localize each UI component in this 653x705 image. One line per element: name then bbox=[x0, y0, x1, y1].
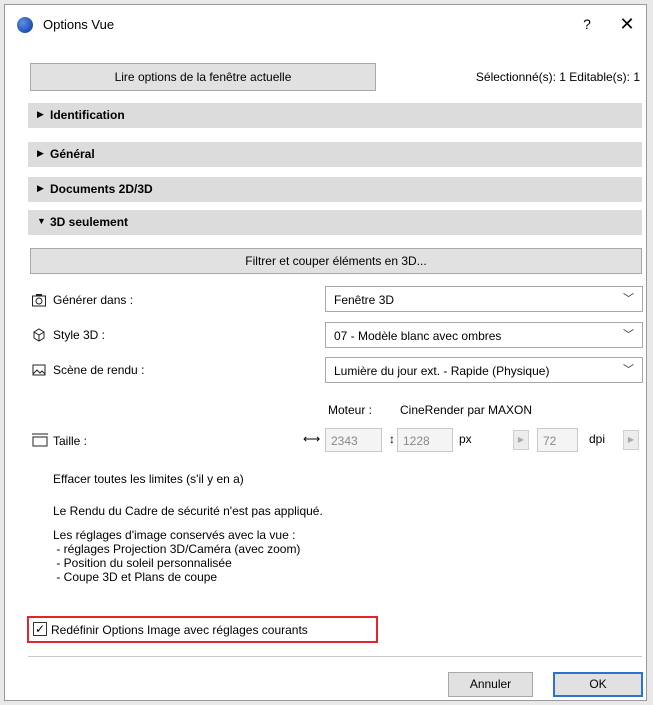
width-value: 2343 bbox=[331, 434, 358, 448]
cancel-button[interactable]: Annuler bbox=[448, 672, 533, 697]
redefine-image-options-highlight: ✓ Redéfinir Options Image avec réglages … bbox=[27, 616, 378, 643]
size-label: Taille : bbox=[53, 434, 88, 448]
generate-in-label: Générer dans : bbox=[53, 293, 134, 307]
resolution-decrement-button[interactable]: ▶ bbox=[513, 430, 529, 450]
archicad-logo-icon bbox=[17, 17, 33, 33]
title-bar: Options Vue ? ✕ bbox=[5, 5, 646, 45]
redefine-image-options-checkbox[interactable]: ✓ bbox=[33, 622, 47, 636]
section-3d-only[interactable]: ▼ 3D seulement bbox=[28, 210, 642, 235]
height-field[interactable]: 1228 bbox=[397, 428, 453, 452]
height-value: 1228 bbox=[403, 434, 430, 448]
render-scene-select[interactable]: Lumière du jour ext. - Rapide (Physique)… bbox=[325, 357, 643, 383]
options-dialog: Options Vue ? ✕ Lire options de la fenêt… bbox=[4, 4, 647, 701]
chevron-down-icon: ﹀ bbox=[623, 293, 634, 305]
ok-button[interactable]: OK bbox=[553, 672, 643, 697]
section-identification[interactable]: ▶ Identification bbox=[28, 103, 642, 128]
read-current-window-options-button[interactable]: Lire options de la fenêtre actuelle bbox=[30, 63, 376, 91]
filter-cut-3d-button[interactable]: Filtrer et couper éléments en 3D... bbox=[30, 248, 642, 274]
generate-in-select[interactable]: Fenêtre 3D ﹀ bbox=[325, 286, 643, 312]
chevron-down-icon: ﹀ bbox=[623, 364, 634, 376]
height-arrow-icon: ↕ bbox=[389, 432, 395, 446]
width-arrow-icon: ⟷ bbox=[303, 432, 321, 446]
list-item: - Coupe 3D et Plans de coupe bbox=[53, 570, 218, 584]
list-item: - réglages Projection 3D/Caméra (avec zo… bbox=[53, 542, 301, 556]
engine-label: Moteur : bbox=[328, 403, 373, 417]
chevron-down-icon: ﹀ bbox=[623, 329, 634, 341]
width-field[interactable]: 2343 bbox=[325, 428, 382, 452]
section-label: 3D seulement bbox=[50, 215, 129, 229]
cube-icon bbox=[31, 327, 47, 343]
resolution-field[interactable]: 72 bbox=[537, 428, 578, 452]
engine-value: CineRender par MAXON bbox=[400, 403, 533, 417]
image-icon bbox=[31, 362, 47, 378]
selected-value: 07 - Modèle blanc avec ombres bbox=[334, 329, 502, 343]
size-unit: px bbox=[459, 432, 472, 446]
selected-value: Lumière du jour ext. - Rapide (Physique) bbox=[334, 364, 550, 378]
section-label: Général bbox=[50, 147, 95, 161]
resolution-unit: dpi bbox=[589, 432, 606, 446]
selected-value: Fenêtre 3D bbox=[334, 293, 395, 307]
selection-info: Sélectionné(s): 1 Editable(s): 1 bbox=[475, 70, 640, 84]
style-3d-label: Style 3D : bbox=[53, 328, 106, 342]
render-scene-label: Scène de rendu : bbox=[53, 363, 145, 377]
close-button[interactable]: ✕ bbox=[615, 11, 639, 37]
clear-limits-text: Effacer toutes les limites (s'il y en a) bbox=[53, 472, 244, 486]
section-label: Documents 2D/3D bbox=[50, 182, 153, 196]
section-label: Identification bbox=[50, 108, 125, 122]
expand-arrow-icon: ▶ bbox=[37, 148, 44, 158]
resolution-value: 72 bbox=[543, 434, 557, 448]
window-title: Options Vue bbox=[43, 17, 115, 32]
list-item: - Position du soleil personnalisée bbox=[53, 556, 232, 570]
expand-arrow-icon: ▶ bbox=[37, 109, 44, 119]
section-documents-2d-3d[interactable]: ▶ Documents 2D/3D bbox=[28, 177, 642, 202]
expand-arrow-icon: ▶ bbox=[37, 183, 44, 193]
saved-settings-list: - réglages Projection 3D/Caméra (avec zo… bbox=[53, 542, 300, 584]
style-3d-select[interactable]: 07 - Modèle blanc avec ombres ﹀ bbox=[325, 322, 643, 348]
redefine-image-options-label[interactable]: Redéfinir Options Image avec réglages co… bbox=[51, 623, 308, 637]
divider bbox=[28, 656, 642, 657]
collapse-arrow-icon: ▼ bbox=[37, 216, 46, 226]
saved-settings-title: Les réglages d'image conservés avec la v… bbox=[53, 528, 296, 542]
resolution-increment-button[interactable]: ▶ bbox=[623, 430, 639, 450]
section-general[interactable]: ▶ Général bbox=[28, 142, 642, 167]
help-button[interactable]: ? bbox=[575, 11, 599, 37]
camera-icon bbox=[31, 292, 47, 308]
safe-frame-text: Le Rendu du Cadre de sécurité n'est pas … bbox=[53, 504, 323, 518]
size-icon bbox=[31, 432, 48, 448]
